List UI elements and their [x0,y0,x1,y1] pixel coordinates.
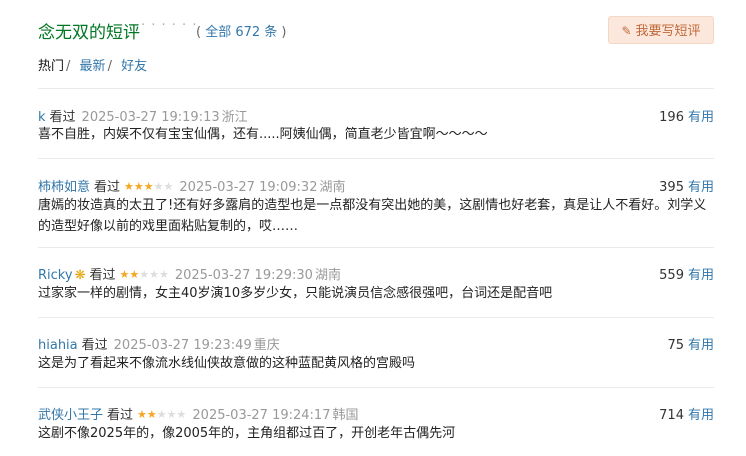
tab-latest[interactable]: 最新 [80,59,106,74]
star-icon: ★ [166,408,177,421]
watched-label: 看过 [89,268,116,283]
vote-count: 75 [667,338,684,353]
useful-button[interactable]: 有用 [688,408,714,423]
star-icon: ★ [163,180,174,193]
review-location: 湖南 [314,268,341,283]
pencil-icon: ✎ [621,24,632,38]
vote-count: 559 [659,268,684,283]
review-user-link[interactable]: Ricky [38,268,73,283]
star-icon: ★ [176,408,187,421]
sort-tabs: 热门 / 最新 / 好友 [38,59,148,74]
review-location: 浙江 [221,110,248,125]
review-location: 重庆 [253,338,280,353]
review-meta: k 看过 2025-03-27 19:19:13 浙江 [38,106,248,125]
review-item: hiahia 看过 2025-03-27 19:23:49 重庆 75 有用这是为了看起来… [38,317,714,387]
user-badge-icon: ❋ [74,268,86,283]
star-icon: ★ [119,268,130,281]
vote-area: 559 有用 [659,264,714,283]
review-time: 2025-03-27 19:23:49 [113,338,252,353]
star-icon: ★ [158,268,169,281]
watched-label: 看过 [107,408,134,423]
review-item: 武侠小王子 看过 ★★★★★ 2025-03-27 19:24:17 韩国 714 有用 这剧… [38,387,714,456]
review-text: 这剧不像2025年的，像2005年的，主角组都过百了，开创老年古偶先河 [38,426,456,441]
tab-friends[interactable]: 好友 [121,59,147,74]
review-text: 过家家一样的剧情，女主40岁演10多岁少女，只能说演员信念感很强吧，台词还是配音… [38,286,553,301]
rating-stars: ★★★★★ [119,268,168,281]
review-time: 2025-03-27 19:19:13 [81,110,220,125]
all-count: ( 全部 672 条 ) [196,25,287,40]
watched-label: 看过 [94,180,121,195]
write-review-button[interactable]: ✎ 我要写短评 [608,16,714,44]
vote-area: 714 有用 [659,404,714,423]
review-item: Ricky ❋ 看过 ★★★★★ 2025-03-27 19:29:30 湖南 559 有用过… [38,247,714,317]
vote-area: 395 有用 [659,176,714,195]
star-icon: ★ [156,408,167,421]
star-icon: ★ [153,180,164,193]
all-comments-link[interactable]: 全部 672 条 [205,25,277,40]
review-item: 柿柿如意 看过 ★★★★★ 2025-03-27 19:09:32 湖南 395 有用 唐嫣的… [38,158,714,247]
star-icon: ★ [124,180,134,193]
useful-button[interactable]: 有用 [688,338,714,353]
vote-area: 75 有用 [667,334,714,353]
review-user-link[interactable]: k [38,110,46,125]
section-title: 念无双的短评 [38,23,140,43]
useful-button[interactable]: 有用 [688,110,714,125]
review-time: 2025-03-27 19:09:32 [179,180,318,195]
tab-hot[interactable]: 热门 [38,59,64,74]
review-list: k 看过 2025-03-27 19:19:13 浙江 196 有用 喜不自胜，内娱不仅有宝… [38,88,714,456]
review-meta: 柿柿如意 看过 ★★★★★ 2025-03-27 19:09:32 湖南 [38,176,346,195]
review-user-link[interactable]: 武侠小王子 [38,408,103,423]
star-icon: ★ [133,180,144,193]
review-time: 2025-03-27 19:29:30 [174,268,313,283]
title-dots: · · · · · · [141,18,198,33]
rating-stars: ★★★★★ [137,408,186,421]
vote-count: 196 [659,110,684,125]
review-text: 这是为了看起来不像流水线仙侠故意做的这种蓝配黄风格的宫殿吗 [38,356,416,371]
review-text: 喜不自胜，内娱不仅有宝宝仙偶，还有.....阿姨仙偶，简直老少皆宜啊～～～～ [38,127,488,142]
review-meta: Ricky ❋ 看过 ★★★★★ 2025-03-27 19:29:30 湖南 [38,264,341,283]
vote-area: 196 有用 [659,106,714,125]
vote-count: 714 [659,408,684,423]
review-text: 唐嫣的妆造真的太丑了!还有好多露肩的造型也是一点都没有突出她的美，这剧情也好老套… [38,198,707,234]
star-icon: ★ [139,268,150,281]
star-icon: ★ [137,408,147,421]
useful-button[interactable]: 有用 [688,268,714,283]
review-user-link[interactable]: hiahia [38,338,78,353]
review-location: 韩国 [332,408,359,423]
review-meta: hiahia 看过 2025-03-27 19:23:49 重庆 [38,334,280,353]
comments-header: 念无双的短评 · · · · · · ( 全部 672 条 ) ✎ 我要写短评 [38,16,714,46]
star-icon: ★ [129,268,140,281]
star-icon: ★ [146,408,157,421]
vote-count: 395 [659,180,684,195]
star-icon: ★ [149,268,159,281]
watched-label: 看过 [81,338,108,353]
rating-stars: ★★★★★ [124,180,173,193]
useful-button[interactable]: 有用 [688,180,714,195]
review-time: 2025-03-27 19:24:17 [192,408,331,423]
review-item: k 看过 2025-03-27 19:19:13 浙江 196 有用喜不自胜，内娱不仅有宝… [38,88,714,158]
review-meta: 武侠小王子 看过 ★★★★★ 2025-03-27 19:24:17 韩国 [38,404,359,423]
star-icon: ★ [143,180,154,193]
watched-label: 看过 [49,110,76,125]
review-location: 湖南 [319,180,346,195]
review-user-link[interactable]: 柿柿如意 [38,180,90,195]
